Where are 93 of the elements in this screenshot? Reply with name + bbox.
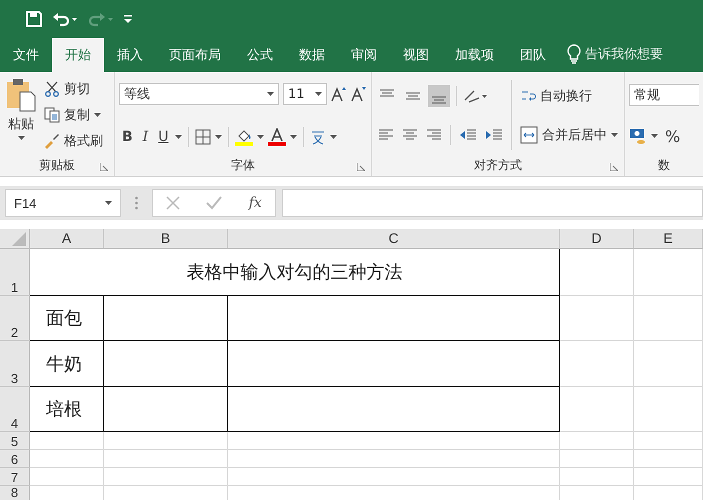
table-cell[interactable] <box>228 387 560 432</box>
row-header[interactable]: 2 <box>0 296 30 341</box>
group-title: 剪贴板 <box>39 156 75 174</box>
number-format-field[interactable]: 常规 <box>629 84 699 106</box>
column-header[interactable]: D <box>560 229 634 248</box>
undo-icon[interactable] <box>52 11 78 27</box>
ribbon-tab[interactable]: 加载项 <box>442 38 507 72</box>
row-header[interactable]: 1 <box>0 249 30 296</box>
row-header[interactable]: 6 <box>0 450 30 468</box>
insert-function-button[interactable]: fx <box>248 195 262 211</box>
row-header[interactable]: 4 <box>0 387 30 432</box>
group-title: 数 <box>658 156 670 174</box>
ribbon-tab[interactable]: 视图 <box>390 38 442 72</box>
dropdown-caret-icon <box>18 136 24 140</box>
ribbon-tab[interactable]: 公式 <box>234 38 286 72</box>
table-cell[interactable]: 牛奶 <box>30 341 104 387</box>
decrease-font-size-icon[interactable] <box>351 86 367 102</box>
save-icon[interactable] <box>26 11 42 27</box>
enter-check-icon[interactable] <box>206 196 222 210</box>
formula-input[interactable] <box>282 189 703 217</box>
dialog-launcher-icon[interactable] <box>357 163 365 171</box>
ribbon-tab[interactable]: 文件 <box>0 38 52 72</box>
table-cell[interactable] <box>104 387 228 432</box>
dropdown-caret-icon[interactable] <box>651 134 658 138</box>
row-header[interactable]: 7 <box>0 468 30 486</box>
merge-center-button[interactable]: 合并后居中 <box>518 124 620 144</box>
paintbrush-icon <box>44 133 60 149</box>
currency-format-icon[interactable] <box>629 127 647 146</box>
align-lines-icon <box>431 96 447 104</box>
orientation-icon[interactable] <box>463 88 489 104</box>
paste-button[interactable]: 粘贴 <box>4 76 38 154</box>
table-cell[interactable] <box>228 296 560 341</box>
customize-menu-icon[interactable] <box>124 15 132 23</box>
merged-title-cell[interactable]: 表格中输入对勾的三种方法 <box>30 249 560 296</box>
corner-triangle-icon <box>12 232 26 246</box>
lightbulb-icon <box>567 44 581 64</box>
dropdown-caret-icon <box>611 132 618 136</box>
table-cell[interactable] <box>104 341 228 387</box>
phonetic-guide-icon[interactable] <box>310 129 326 145</box>
increase-font-size-icon[interactable] <box>331 86 347 102</box>
table-cell[interactable]: 面包 <box>30 296 104 341</box>
ribbon-tab[interactable]: 开始 <box>52 38 104 72</box>
dropdown-caret-icon[interactable] <box>215 135 222 139</box>
column-header[interactable]: C <box>228 229 560 248</box>
dialog-launcher-icon[interactable] <box>610 163 618 171</box>
borders-icon[interactable] <box>195 129 212 145</box>
dropdown-caret-icon <box>105 201 112 205</box>
font-color-icon[interactable] <box>268 128 286 146</box>
table-cell[interactable] <box>104 296 228 341</box>
format-painter-button[interactable]: 格式刷 <box>42 131 105 151</box>
row-header[interactable]: 8 <box>0 486 30 500</box>
row-header[interactable]: 3 <box>0 341 30 387</box>
dropdown-caret-icon[interactable] <box>257 135 264 139</box>
dialog-launcher-icon[interactable] <box>100 163 108 171</box>
group-title: 对齐方式 <box>474 156 522 174</box>
font-size-field[interactable]: 11 <box>283 83 327 105</box>
ribbon-tab[interactable]: 审阅 <box>338 38 390 72</box>
ribbon-tab[interactable]: 插入 <box>104 38 156 72</box>
scissors-icon <box>44 81 60 97</box>
tell-me-search[interactable]: 告诉我你想要 <box>585 38 663 72</box>
fill-color-icon[interactable] <box>235 128 254 146</box>
merge-cells-icon <box>520 126 538 144</box>
name-box[interactable]: F14 <box>5 189 121 217</box>
wrap-text-button[interactable]: 自动换行 <box>518 86 620 106</box>
dropdown-caret-icon <box>267 92 274 96</box>
italic-button[interactable]: I <box>140 129 152 145</box>
align-lines-icon <box>405 92 421 100</box>
percent-style-button[interactable]: % <box>662 126 684 146</box>
dropdown-caret-icon[interactable] <box>175 135 182 139</box>
column-header[interactable]: B <box>104 229 228 248</box>
ribbon-tab[interactable]: 团队 <box>507 38 559 72</box>
copy-button[interactable]: 复制 <box>42 105 105 125</box>
cut-button[interactable]: 剪切 <box>42 79 105 99</box>
dropdown-caret-icon[interactable] <box>330 135 338 139</box>
column-header[interactable]: E <box>634 229 703 248</box>
dropdown-caret-icon <box>315 92 322 96</box>
table-cell[interactable] <box>228 341 560 387</box>
align-lines-icon <box>379 89 395 97</box>
bold-button[interactable]: B <box>119 129 136 145</box>
copy-icon <box>44 107 60 123</box>
underline-button[interactable]: U <box>155 129 172 145</box>
vertical-align-button[interactable] <box>428 85 450 107</box>
row-header[interactable]: 5 <box>0 432 30 450</box>
grip-icon[interactable] <box>135 196 138 210</box>
clipboard-icon <box>6 78 36 112</box>
table-cell[interactable]: 培根 <box>30 387 104 432</box>
ribbon-tab[interactable]: 页面布局 <box>156 38 234 72</box>
column-header[interactable]: A <box>30 229 104 248</box>
ribbon-tab[interactable]: 数据 <box>286 38 338 72</box>
dropdown-caret-icon[interactable] <box>290 135 298 139</box>
dropdown-caret-icon <box>94 113 101 117</box>
font-name-field[interactable]: 等线 <box>119 83 279 105</box>
group-title: 字体 <box>231 156 255 174</box>
